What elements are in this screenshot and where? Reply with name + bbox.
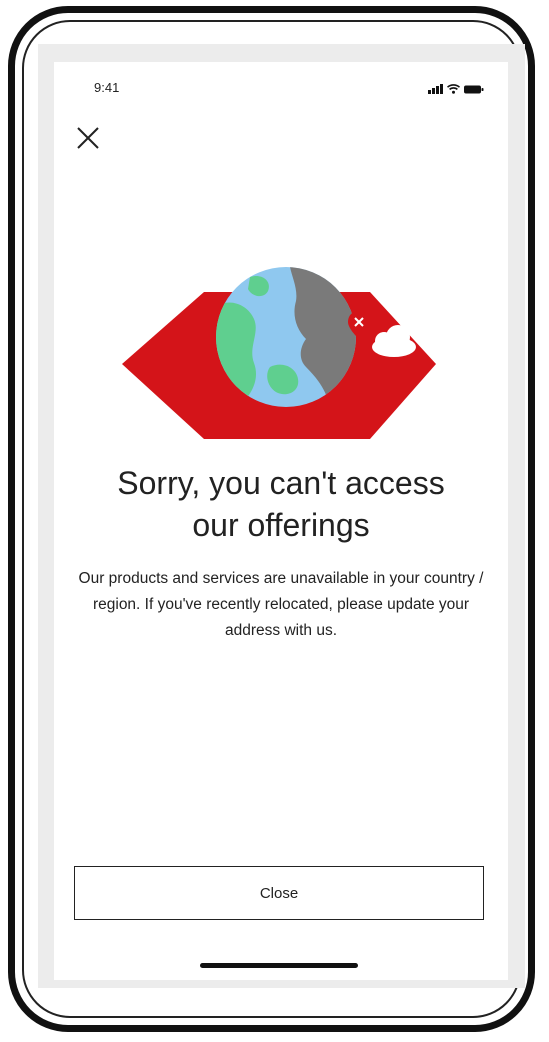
- app-screen: 9:41 Sorry, you can't access our offerin…: [54, 62, 508, 980]
- close-button[interactable]: Close: [74, 866, 484, 920]
- wifi-icon: [447, 84, 460, 94]
- battery-icon: [464, 85, 484, 94]
- phone-mockup: 9:41 Sorry, you can't access our offerin…: [0, 0, 549, 1042]
- status-bar: 9:41: [54, 62, 508, 112]
- status-icons: [428, 80, 484, 94]
- globe-restricted-illustration: [120, 267, 440, 445]
- status-time: 9:41: [94, 80, 120, 95]
- close-icon[interactable]: [74, 124, 102, 152]
- error-description: Our products and services are unavailabl…: [78, 570, 484, 639]
- error-title-text: Sorry, you can't access our offerings: [117, 465, 445, 543]
- signal-icon: [428, 84, 443, 94]
- error-title: Sorry, you can't access our offerings: [54, 462, 508, 546]
- home-indicator[interactable]: [200, 963, 358, 968]
